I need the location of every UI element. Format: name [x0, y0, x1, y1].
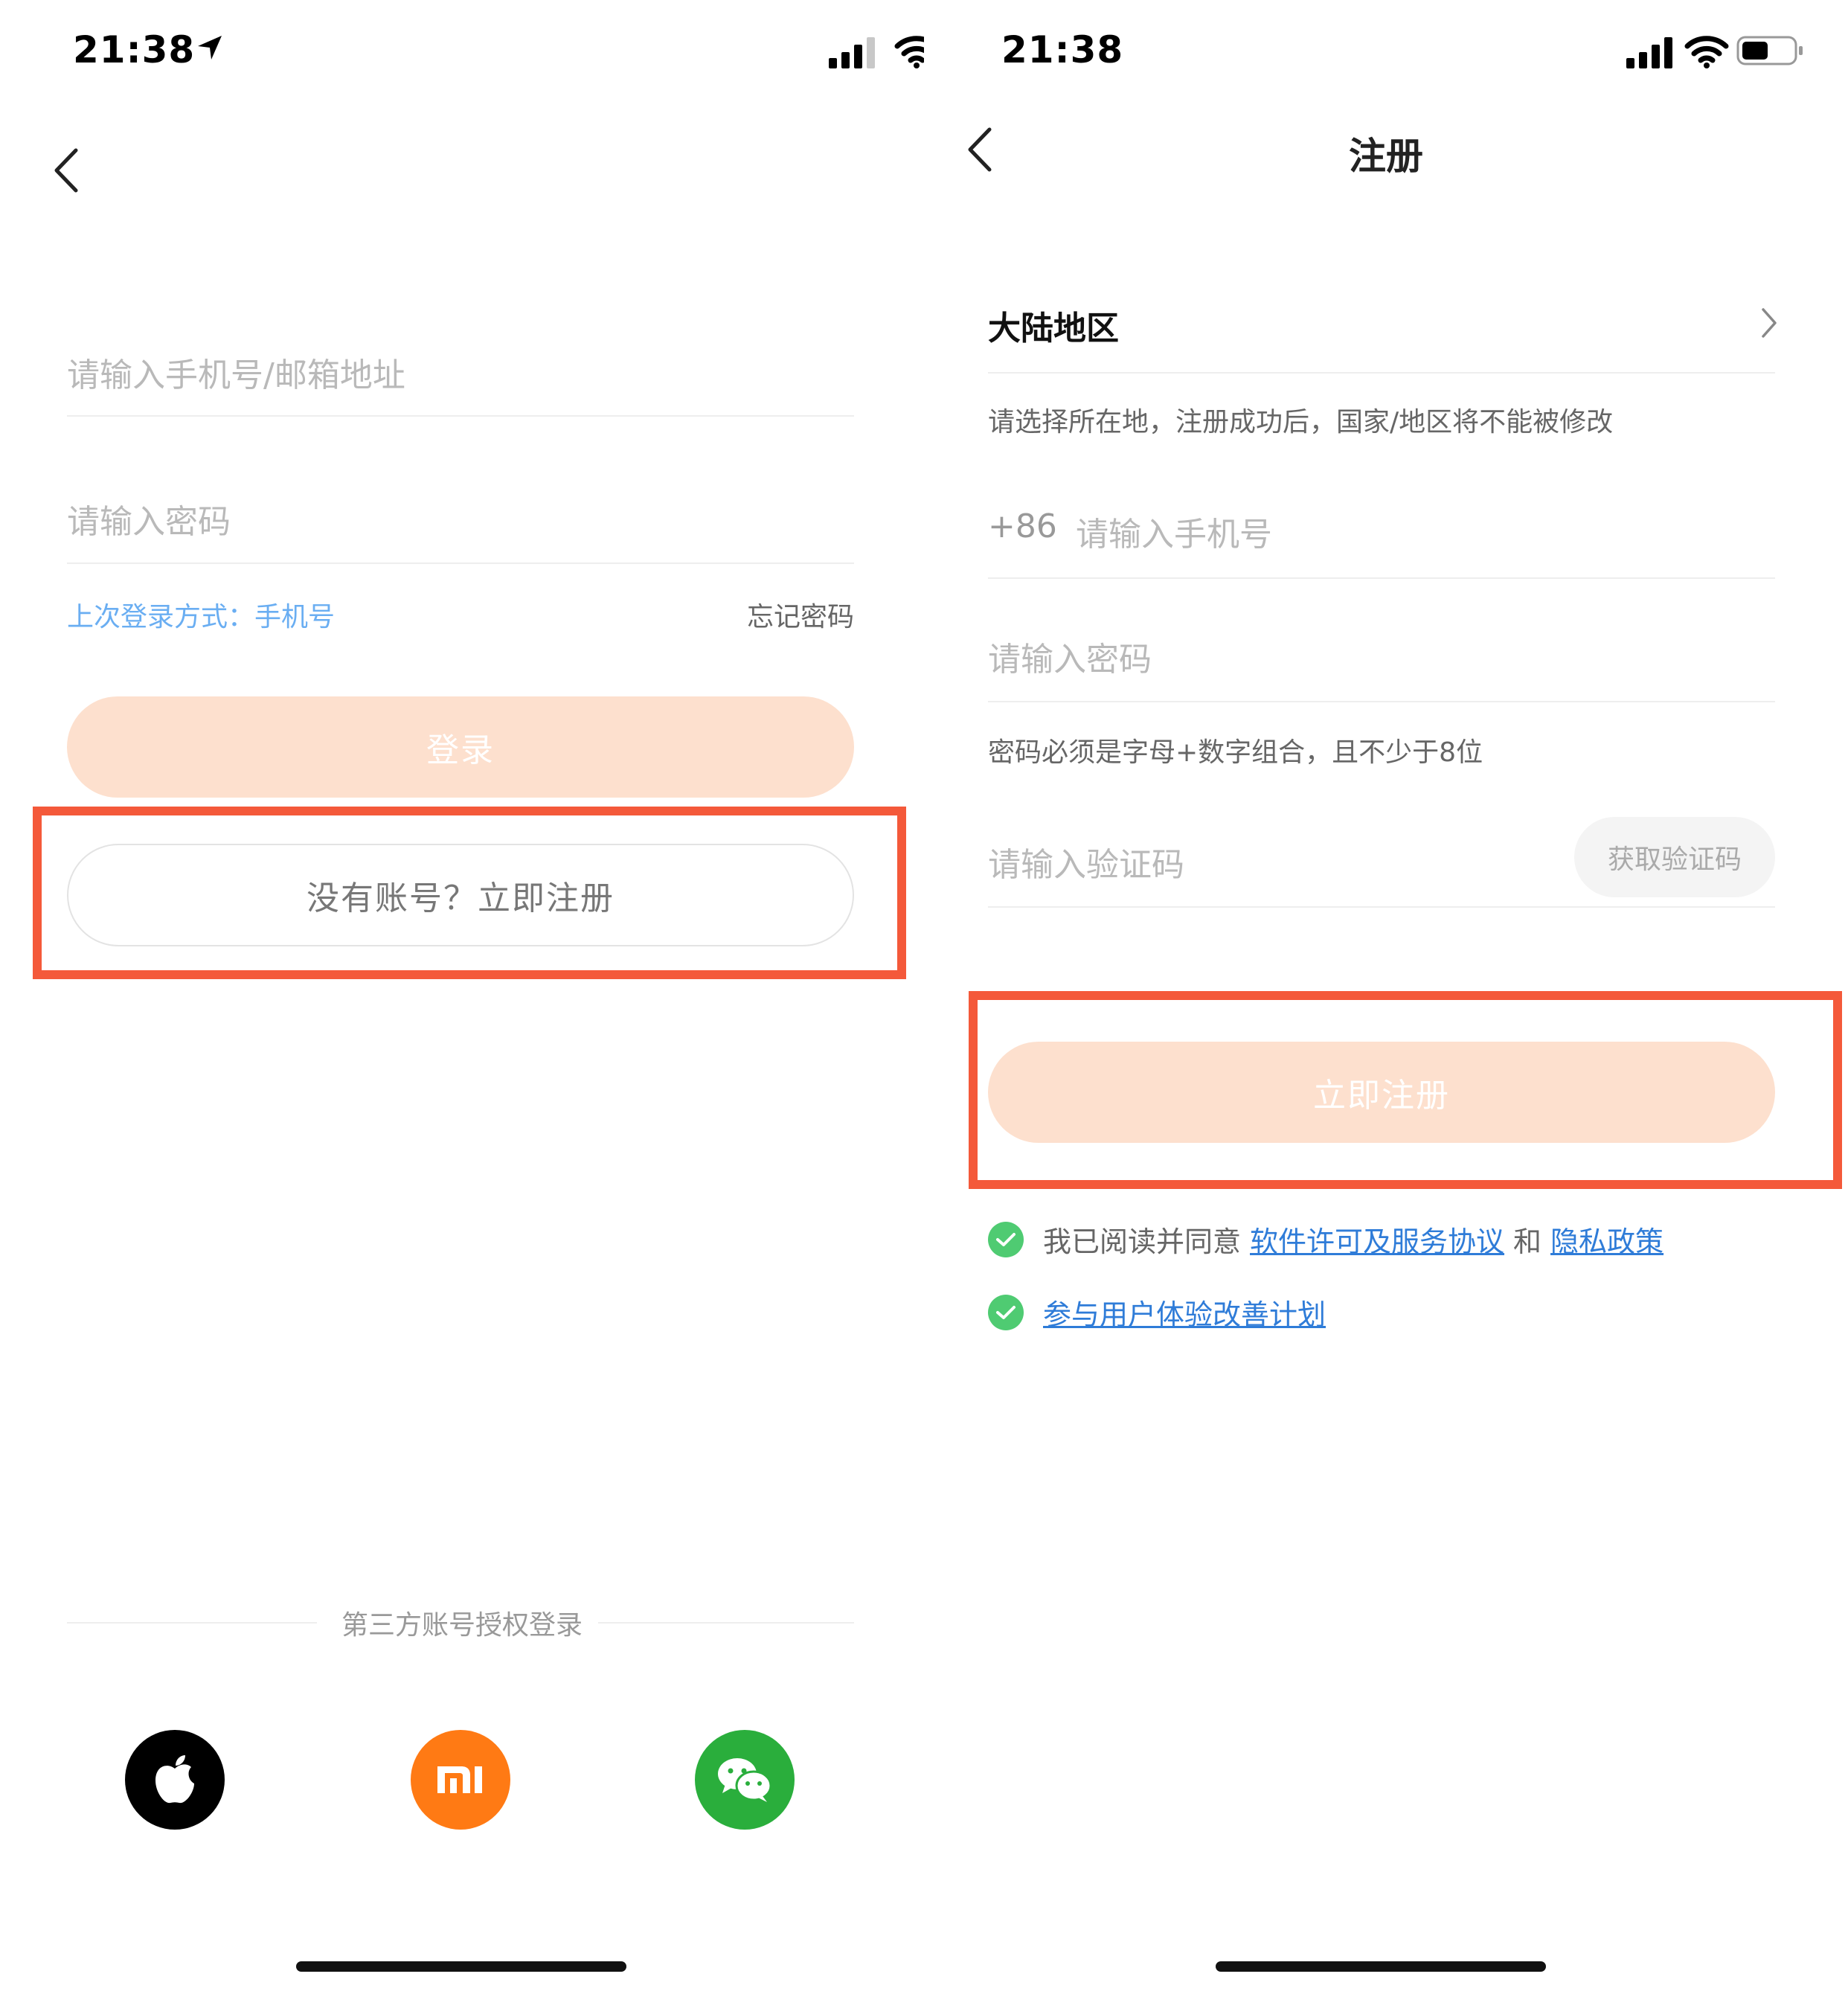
third-party-login-label: 第三方账号授权登录 — [341, 1610, 583, 1641]
password-input[interactable]: 请输入密码 — [67, 495, 231, 542]
agree-prefix-text: 我已阅读并同意 — [1043, 1225, 1242, 1258]
and-text: 和 — [1513, 1225, 1542, 1258]
verification-code-input[interactable]: 请输入验证码 — [988, 838, 1184, 885]
wifi-icon — [1684, 36, 1729, 68]
login-button[interactable]: 登录 — [67, 696, 854, 798]
cellular-signal-icon — [1626, 37, 1672, 68]
check-icon — [996, 1232, 1016, 1246]
get-code-button[interactable]: 获取验证码 — [1574, 817, 1775, 897]
forgot-password-link[interactable]: 忘记密码 — [747, 595, 854, 634]
password-hint: 密码必须是字母+数字组合，且不少于8位 — [988, 737, 1483, 768]
chevron-right-icon[interactable] — [1759, 307, 1780, 339]
mi-login-button[interactable] — [411, 1730, 510, 1830]
check-icon — [996, 1305, 1016, 1319]
ux-plan-checkbox[interactable] — [988, 1294, 1024, 1330]
highlight-box-register — [33, 807, 906, 979]
password-divider — [67, 562, 854, 564]
mi-icon — [437, 1766, 482, 1793]
region-hint: 请选择所在地，注册成功后，国家/地区将不能被修改 — [988, 407, 1614, 438]
password-input[interactable]: 请输入密码 — [988, 632, 1152, 680]
privacy-link[interactable]: 隐私政策 — [1550, 1219, 1663, 1260]
ux-plan-row: 参与用户体验改善计划 — [988, 1292, 1326, 1333]
phone-divider — [988, 577, 1775, 579]
password-divider — [988, 701, 1775, 702]
status-time: 21:38 — [1001, 28, 1124, 71]
agreement-checkbox[interactable] — [988, 1221, 1024, 1257]
region-selector[interactable]: 大陆地区 — [988, 301, 1119, 349]
last-login-method: 上次登录方式：手机号 — [67, 595, 335, 634]
apple-login-button[interactable] — [125, 1730, 225, 1830]
apple-icon — [155, 1755, 194, 1804]
last-login-label: 上次登录方式： — [67, 602, 255, 632]
last-login-value: 手机号 — [254, 602, 336, 632]
status-time: 21:38 — [73, 28, 196, 71]
wechat-icon — [718, 1758, 772, 1802]
account-input[interactable]: 请输入手机号/邮箱地址 — [67, 348, 405, 396]
license-link[interactable]: 软件许可及服务协议 — [1250, 1219, 1504, 1260]
highlight-box-register-button — [969, 991, 1842, 1189]
battery-icon — [1736, 36, 1803, 65]
country-code[interactable]: +86 — [988, 507, 1057, 545]
login-screen: 21:38 请输入手机号/邮箱地址 请输入密码 上次登录方式：手机号 忘记密码 … — [0, 0, 924, 2000]
home-indicator — [1216, 1961, 1546, 1972]
wifi-icon — [894, 36, 924, 68]
back-chevron-icon[interactable] — [51, 147, 80, 193]
register-screen: 21:38 注册 大陆地区 请选择所在地，注册成功后，国家/地区将不能被修改 +… — [924, 0, 1848, 2000]
page-title: 注册 — [1349, 135, 1423, 178]
wechat-login-button[interactable] — [695, 1730, 795, 1830]
code-divider — [988, 906, 1775, 908]
ux-plan-link[interactable]: 参与用户体验改善计划 — [1043, 1292, 1326, 1333]
location-arrow-icon — [198, 36, 222, 60]
account-divider — [67, 415, 854, 417]
home-indicator — [296, 1961, 626, 1972]
region-divider — [988, 372, 1775, 374]
agreement-row: 我已阅读并同意 软件许可及服务协议 和 隐私政策 — [988, 1219, 1672, 1260]
phone-input[interactable]: 请输入手机号 — [1076, 507, 1272, 555]
cellular-signal-icon — [829, 37, 875, 68]
